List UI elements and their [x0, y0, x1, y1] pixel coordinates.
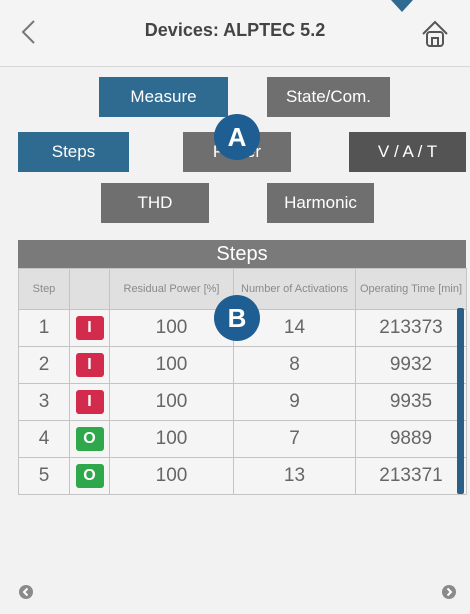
table-title: Steps	[18, 240, 466, 268]
step-number: 1	[18, 309, 70, 347]
step-number: 2	[18, 346, 70, 384]
step-number: 3	[18, 383, 70, 421]
state-cell: I	[69, 309, 110, 347]
residual-power-value: 100	[109, 383, 234, 421]
column-header-step: Step	[18, 268, 70, 310]
circle-right-icon[interactable]	[441, 584, 457, 600]
operating-time-value: 213373	[355, 309, 467, 347]
table-row[interactable]: 4 O 100 7 9889	[18, 420, 467, 458]
operating-time-value: 9889	[355, 420, 467, 458]
operating-time-value: 213371	[355, 457, 467, 495]
tab-thd[interactable]: THD	[101, 183, 209, 223]
table-row[interactable]: 3 I 100 9 9935	[18, 383, 467, 421]
page-title: Devices: ALPTEC 5.2	[144, 20, 326, 40]
residual-power-value: 100	[109, 346, 234, 384]
on-state-indicator: I	[75, 390, 104, 414]
home-icon[interactable]	[419, 18, 451, 50]
column-header-operating-time: Operating Time [min]	[355, 268, 467, 310]
state-cell: O	[69, 420, 110, 458]
activations-value: 9	[233, 383, 356, 421]
state-cell: O	[69, 457, 110, 495]
tab-state-com[interactable]: State/Com.	[267, 77, 390, 117]
tab-v-a-t[interactable]: V / A / T	[349, 132, 466, 172]
step-number: 5	[18, 457, 70, 495]
on-state-indicator: I	[75, 353, 104, 377]
operating-time-value: 9935	[355, 383, 467, 421]
tab-measure[interactable]: Measure	[99, 77, 228, 117]
on-state-indicator: I	[75, 316, 104, 340]
activations-value: 8	[233, 346, 356, 384]
step-number: 4	[18, 420, 70, 458]
circle-left-icon[interactable]	[18, 584, 34, 600]
state-cell: I	[69, 383, 110, 421]
residual-power-value: 100	[109, 420, 234, 458]
table-scrollbar[interactable]	[457, 308, 464, 494]
steps-table-panel: Steps Step Residual Power [%] Number of …	[18, 240, 467, 495]
activations-value: 13	[233, 457, 356, 495]
annotation-badge-b: B	[214, 295, 260, 341]
off-state-indicator: O	[75, 427, 104, 451]
table-row[interactable]: 5 O 100 13 213371	[18, 457, 467, 495]
pointer-marker-icon	[391, 0, 413, 12]
residual-power-value: 100	[109, 457, 234, 495]
annotation-badge-a: A	[214, 114, 260, 160]
activations-value: 7	[233, 420, 356, 458]
table-row[interactable]: 2 I 100 8 9932	[18, 346, 467, 384]
off-state-indicator: O	[75, 464, 104, 488]
operating-time-value: 9932	[355, 346, 467, 384]
tab-harmonic[interactable]: Harmonic	[267, 183, 374, 223]
state-cell: I	[69, 346, 110, 384]
tab-steps[interactable]: Steps	[18, 132, 129, 172]
column-header-residual-power: Residual Power [%]	[109, 268, 234, 310]
column-header-state	[69, 268, 110, 310]
